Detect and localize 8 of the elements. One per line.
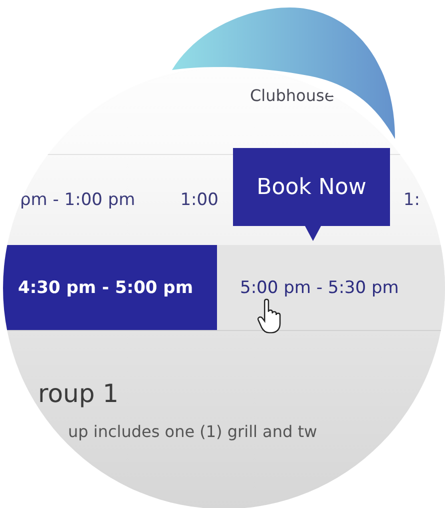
group-description: up includes one (1) grill and tw (68, 422, 318, 441)
time-slot[interactable]: 4:30 pm - 5:00 pm (0, 245, 217, 330)
time-slot[interactable]: 1:00 (180, 190, 218, 210)
time-slot[interactable]: pm - 1:00 pm (20, 190, 136, 210)
venue-title: Clubhouse (250, 86, 334, 105)
time-slot[interactable]: 1: (403, 190, 420, 210)
group-title: roup 1 (38, 379, 120, 408)
time-slot[interactable]: 5:00 pm - 5:30 pm (217, 245, 445, 330)
